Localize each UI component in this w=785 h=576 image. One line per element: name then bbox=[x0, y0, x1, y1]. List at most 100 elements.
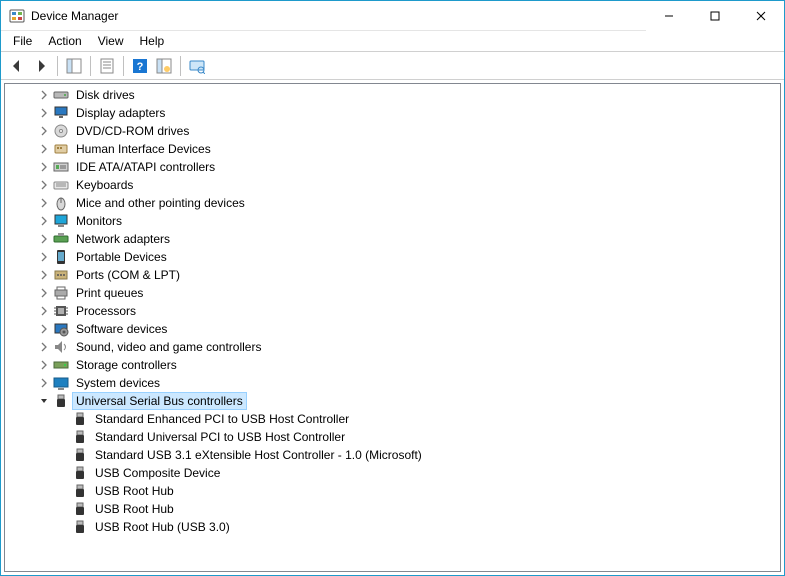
cpu-icon bbox=[52, 303, 70, 319]
chevron-right-icon[interactable] bbox=[36, 321, 52, 337]
printer-icon bbox=[52, 285, 70, 301]
chevron-right-icon[interactable] bbox=[36, 231, 52, 247]
chevron-right-icon[interactable] bbox=[36, 159, 52, 175]
menu-view[interactable]: View bbox=[90, 32, 132, 50]
monitor-icon bbox=[52, 213, 70, 229]
tree-node[interactable]: Print queues bbox=[5, 284, 780, 302]
tree-node-label: USB Root Hub (USB 3.0) bbox=[91, 518, 234, 536]
tree-node[interactable]: Display adapters bbox=[5, 104, 780, 122]
chevron-right-icon[interactable] bbox=[36, 357, 52, 373]
tree-node[interactable]: USB Root Hub bbox=[5, 482, 780, 500]
disk-icon bbox=[52, 87, 70, 103]
menu-file[interactable]: File bbox=[5, 32, 40, 50]
chevron-down-icon[interactable] bbox=[36, 393, 52, 409]
toolbar-separator bbox=[180, 56, 181, 76]
network-icon bbox=[52, 231, 70, 247]
device-tree[interactable]: Disk drivesDisplay adaptersDVD/CD-ROM dr… bbox=[4, 83, 781, 572]
minimize-button[interactable] bbox=[646, 1, 692, 31]
chevron-right-icon[interactable] bbox=[36, 123, 52, 139]
tree-node[interactable]: Monitors bbox=[5, 212, 780, 230]
system-icon bbox=[52, 375, 70, 391]
chevron-right-icon[interactable] bbox=[36, 141, 52, 157]
tree-node[interactable]: Network adapters bbox=[5, 230, 780, 248]
tree-node-label: Standard Enhanced PCI to USB Host Contro… bbox=[91, 410, 353, 428]
chevron-right-icon[interactable] bbox=[36, 105, 52, 121]
device-manager-window: Device Manager File Action View Help bbox=[0, 0, 785, 576]
tree-node-label: Standard Universal PCI to USB Host Contr… bbox=[91, 428, 349, 446]
software-icon bbox=[52, 321, 70, 337]
tree-node[interactable]: Ports (COM & LPT) bbox=[5, 266, 780, 284]
usb-icon bbox=[71, 519, 89, 535]
tree-node-label: Mice and other pointing devices bbox=[72, 194, 249, 212]
tree-node[interactable]: Standard Enhanced PCI to USB Host Contro… bbox=[5, 410, 780, 428]
chevron-right-icon[interactable] bbox=[36, 213, 52, 229]
tree-node-label: Disk drives bbox=[72, 86, 139, 104]
chevron-right-icon[interactable] bbox=[36, 87, 52, 103]
chevron-right-icon[interactable] bbox=[36, 285, 52, 301]
tree-node[interactable]: Mice and other pointing devices bbox=[5, 194, 780, 212]
storage-icon bbox=[52, 357, 70, 373]
ports-icon bbox=[52, 267, 70, 283]
tree-node-label: Sound, video and game controllers bbox=[72, 338, 265, 356]
tree-node-label: System devices bbox=[72, 374, 164, 392]
chevron-right-icon[interactable] bbox=[36, 375, 52, 391]
tree-node[interactable]: Human Interface Devices bbox=[5, 140, 780, 158]
toolbar-properties-button[interactable] bbox=[95, 54, 119, 78]
tree-node-label: Human Interface Devices bbox=[72, 140, 215, 158]
maximize-button[interactable] bbox=[692, 1, 738, 31]
hid-icon bbox=[52, 141, 70, 157]
chevron-right-icon[interactable] bbox=[36, 249, 52, 265]
menubar: File Action View Help bbox=[1, 31, 784, 51]
mouse-icon bbox=[52, 195, 70, 211]
tree-node-label: USB Root Hub bbox=[91, 500, 178, 518]
toolbar-back-button[interactable] bbox=[5, 54, 29, 78]
tree-node[interactable]: DVD/CD-ROM drives bbox=[5, 122, 780, 140]
tree-node-label: Software devices bbox=[72, 320, 171, 338]
tree-node-label: Display adapters bbox=[72, 104, 169, 122]
close-button[interactable] bbox=[738, 1, 784, 31]
usb-icon bbox=[71, 447, 89, 463]
tree-node-label: IDE ATA/ATAPI controllers bbox=[72, 158, 219, 176]
chevron-right-icon[interactable] bbox=[36, 339, 52, 355]
tree-node[interactable]: Disk drives bbox=[5, 86, 780, 104]
tree-node[interactable]: Standard Universal PCI to USB Host Contr… bbox=[5, 428, 780, 446]
titlebar: Device Manager bbox=[1, 1, 784, 31]
toolbar-help-button[interactable] bbox=[128, 54, 152, 78]
toolbar-show-hide-tree-button[interactable] bbox=[62, 54, 86, 78]
tree-node[interactable]: Software devices bbox=[5, 320, 780, 338]
usb-icon bbox=[71, 429, 89, 445]
tree-node[interactable]: IDE ATA/ATAPI controllers bbox=[5, 158, 780, 176]
tree-node-label: DVD/CD-ROM drives bbox=[72, 122, 193, 140]
chevron-right-icon[interactable] bbox=[36, 177, 52, 193]
toolbar-forward-button[interactable] bbox=[29, 54, 53, 78]
tree-node-label: Processors bbox=[72, 302, 140, 320]
menu-help[interactable]: Help bbox=[132, 32, 173, 50]
tree-node[interactable]: Portable Devices bbox=[5, 248, 780, 266]
chevron-right-icon[interactable] bbox=[36, 303, 52, 319]
chevron-right-icon[interactable] bbox=[36, 267, 52, 283]
tree-node[interactable]: Standard USB 3.1 eXtensible Host Control… bbox=[5, 446, 780, 464]
tree-node-label: Monitors bbox=[72, 212, 126, 230]
content-area: Disk drivesDisplay adaptersDVD/CD-ROM dr… bbox=[1, 80, 784, 575]
tree-node[interactable]: USB Root Hub bbox=[5, 500, 780, 518]
sound-icon bbox=[52, 339, 70, 355]
tree-node[interactable]: Processors bbox=[5, 302, 780, 320]
tree-node[interactable]: Universal Serial Bus controllers bbox=[5, 392, 780, 410]
tree-node[interactable]: System devices bbox=[5, 374, 780, 392]
tree-node[interactable]: Sound, video and game controllers bbox=[5, 338, 780, 356]
tree-node-label: Network adapters bbox=[72, 230, 174, 248]
chevron-right-icon[interactable] bbox=[36, 195, 52, 211]
usb-icon bbox=[71, 411, 89, 427]
toolbar-separator bbox=[123, 56, 124, 76]
usb-icon bbox=[52, 393, 70, 409]
tree-node[interactable]: USB Root Hub (USB 3.0) bbox=[5, 518, 780, 536]
ide-icon bbox=[52, 159, 70, 175]
toolbar-refresh-button[interactable] bbox=[152, 54, 176, 78]
tree-node-label: USB Composite Device bbox=[91, 464, 224, 482]
tree-node[interactable]: USB Composite Device bbox=[5, 464, 780, 482]
menu-action[interactable]: Action bbox=[40, 32, 89, 50]
tree-node[interactable]: Keyboards bbox=[5, 176, 780, 194]
tree-node[interactable]: Storage controllers bbox=[5, 356, 780, 374]
toolbar-scan-button[interactable] bbox=[185, 54, 209, 78]
window-title: Device Manager bbox=[31, 9, 646, 23]
